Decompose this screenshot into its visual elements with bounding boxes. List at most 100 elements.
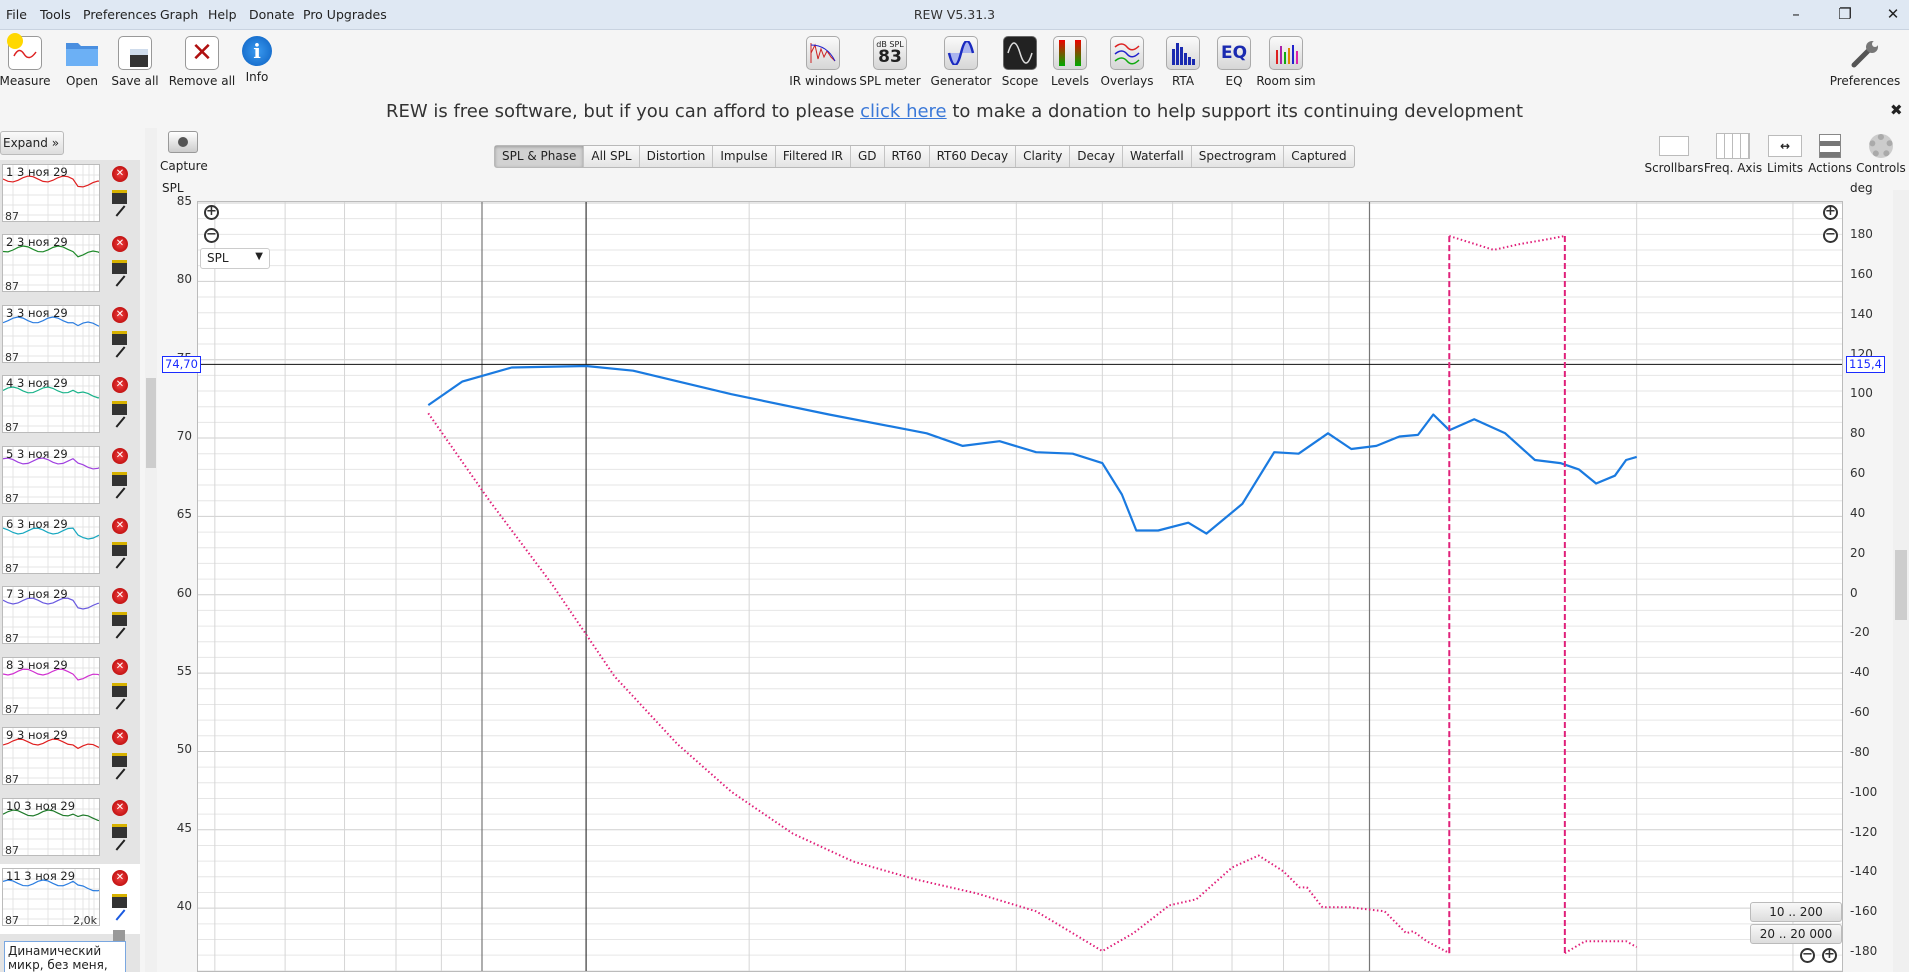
remove-measurement-icon[interactable]: ✕ — [112, 518, 128, 534]
save-measurement-icon[interactable] — [112, 260, 127, 275]
controls-button[interactable]: Controls — [1846, 131, 1909, 175]
measurement-thumbnail[interactable]: 2 3 ноя 29 87 — [2, 234, 100, 293]
menu-pro-upgrades[interactable]: Pro Upgrades — [303, 7, 387, 22]
edit-color-icon[interactable] — [115, 346, 126, 358]
save-measurement-icon[interactable] — [112, 753, 127, 768]
menu-graph[interactable]: Graph — [160, 7, 198, 22]
remove-measurement-icon[interactable]: ✕ — [112, 799, 128, 816]
zoom-in-freq-icon[interactable]: + — [1822, 948, 1837, 963]
graph-scroll-thumb[interactable] — [1895, 550, 1907, 620]
remove-measurement-icon[interactable]: ✕ — [112, 447, 128, 464]
measurement-thumbnail[interactable]: 4 3 ноя 29 87 — [2, 375, 100, 434]
graph-scrollbar[interactable] — [1893, 190, 1909, 972]
edit-color-icon[interactable] — [115, 768, 126, 780]
capture-button[interactable]: Capture — [160, 131, 208, 173]
sidebar-scrollbar[interactable] — [145, 128, 157, 972]
edit-color-icon[interactable] — [115, 909, 126, 921]
measurement-item[interactable]: 3 3 ноя 29 87 ✕ — [0, 301, 140, 371]
remove-measurement-icon[interactable]: ✕ — [112, 166, 128, 182]
measurement-notes[interactable]: Динамический микр, без меня, всё — [4, 941, 126, 972]
remove-measurement-icon[interactable]: ✕ — [112, 306, 128, 323]
save-measurement-icon[interactable] — [112, 682, 127, 697]
measurement-thumbnail[interactable]: 5 3 ноя 29 87 — [2, 445, 100, 504]
room-sim-button[interactable]: Room sim — [1246, 36, 1326, 88]
edit-color-icon[interactable] — [115, 275, 126, 288]
remove-measurement-icon[interactable]: ✕ — [112, 658, 128, 675]
measurement-thumbnail[interactable]: 6 3 ноя 29 87 — [2, 516, 100, 574]
measurement-item[interactable]: 1 3 ноя 29 87 ✕ — [0, 160, 140, 230]
spl-meter-button[interactable]: dB SPL 83 SPL meter — [850, 36, 930, 88]
measurement-item[interactable]: 6 3 ноя 29 87 ✕ — [0, 512, 140, 582]
edit-color-icon[interactable] — [115, 698, 126, 710]
measurement-thumbnail[interactable]: 10 3 ноя 29 87 — [2, 797, 100, 856]
edit-color-icon[interactable] — [115, 557, 126, 569]
expand-button[interactable]: Expand » — [0, 131, 64, 155]
remove-measurement-icon[interactable]: ✕ — [112, 870, 128, 886]
remove-measurement-icon[interactable]: ✕ — [112, 236, 128, 253]
save-measurement-icon[interactable] — [112, 401, 127, 416]
edit-color-icon[interactable] — [115, 205, 126, 217]
tab-decay[interactable]: Decay — [1070, 146, 1123, 167]
measurement-item[interactable]: 10 3 ноя 29 87 ✕ — [0, 794, 140, 864]
measurement-item[interactable]: 2 3 ноя 29 87 ✕ — [0, 230, 140, 300]
spl-phase-graph[interactable] — [197, 201, 1843, 972]
zoom-out-freq-icon[interactable]: − — [1800, 948, 1815, 963]
measurement-thumbnail[interactable]: 1 3 ноя 29 87 — [2, 164, 100, 222]
menu-tools[interactable]: Tools — [40, 7, 71, 22]
save-measurement-icon[interactable] — [112, 542, 127, 556]
minimize-button[interactable]: – — [1781, 3, 1811, 25]
donation-link[interactable]: click here — [860, 101, 947, 122]
tab-captured[interactable]: Captured — [1284, 146, 1353, 167]
tab-gd[interactable]: GD — [851, 146, 885, 167]
measurement-thumbnail[interactable]: 9 3 ноя 29 87 — [2, 727, 100, 786]
measurement-item[interactable]: 9 3 ноя 29 87 ✕ — [0, 723, 140, 793]
save-measurement-icon[interactable] — [112, 190, 127, 204]
zoom-in-phase-icon[interactable]: + — [1823, 205, 1838, 220]
tab-all-spl[interactable]: All SPL — [584, 146, 640, 167]
tab-distortion[interactable]: Distortion — [640, 146, 714, 167]
remove-measurement-icon[interactable]: ✕ — [112, 588, 128, 605]
measurement-thumbnail[interactable]: 3 3 ноя 29 87 — [2, 304, 100, 363]
measurement-thumbnail[interactable]: 7 3 ноя 29 87 — [2, 586, 100, 645]
measurement-item[interactable]: 8 3 ноя 29 87 ✕ — [0, 653, 140, 723]
measurement-thumbnail[interactable]: 11 3 ноя 29 87 2,0k — [2, 868, 100, 926]
edit-color-icon[interactable] — [115, 486, 126, 499]
tab-clarity[interactable]: Clarity — [1016, 146, 1071, 167]
tab-rt60[interactable]: RT60 — [885, 146, 930, 167]
save-measurement-icon[interactable] — [112, 471, 127, 486]
edit-color-icon[interactable] — [115, 838, 126, 851]
preferences-button[interactable]: Preferences — [1825, 36, 1905, 88]
save-measurement-icon[interactable] — [112, 823, 127, 838]
close-window-button[interactable]: ✕ — [1878, 3, 1908, 25]
tab-spl-phase[interactable]: SPL & Phase — [495, 146, 585, 167]
range-10-200-button[interactable]: 10 .. 200 — [1750, 902, 1842, 922]
sidebar-scroll-thumb[interactable] — [146, 378, 156, 468]
tab-filtered-ir[interactable]: Filtered IR — [776, 146, 851, 167]
menu-file[interactable]: File — [6, 7, 27, 22]
zoom-out-spl-icon[interactable]: − — [204, 228, 219, 243]
menu-help[interactable]: Help — [208, 7, 237, 22]
spl-select[interactable]: SPL ▼ — [200, 248, 270, 269]
edit-color-icon[interactable] — [115, 416, 126, 428]
graph-canvas[interactable] — [198, 202, 1843, 972]
tab-rt60-decay[interactable]: RT60 Decay — [930, 146, 1017, 167]
menu-preferences[interactable]: Preferences — [83, 7, 157, 22]
save-measurement-icon[interactable] — [112, 894, 127, 908]
restore-button[interactable]: ❐ — [1830, 3, 1860, 25]
info-button[interactable]: i Info — [217, 36, 297, 84]
close-banner-button[interactable]: ✖ — [1890, 101, 1903, 119]
measurement-item[interactable]: 11 3 ноя 29 87 2,0k ✕ — [0, 864, 140, 945]
tab-waterfall[interactable]: Waterfall — [1123, 146, 1192, 167]
zoom-out-phase-icon[interactable]: − — [1823, 228, 1838, 243]
zoom-in-spl-icon[interactable]: + — [204, 205, 219, 220]
tab-impulse[interactable]: Impulse — [713, 146, 776, 167]
save-measurement-icon[interactable] — [112, 330, 127, 345]
save-measurement-icon[interactable] — [112, 612, 127, 627]
measurement-thumbnail[interactable]: 8 3 ноя 29 87 — [2, 656, 100, 715]
measurement-item[interactable]: 4 3 ноя 29 87 ✕ — [0, 371, 140, 441]
edit-color-icon[interactable] — [115, 627, 126, 640]
menu-donate[interactable]: Donate — [249, 7, 294, 22]
measurement-item[interactable]: 5 3 ноя 29 87 ✕ — [0, 442, 140, 512]
remove-measurement-icon[interactable]: ✕ — [112, 377, 128, 394]
remove-measurement-icon[interactable]: ✕ — [112, 729, 128, 746]
